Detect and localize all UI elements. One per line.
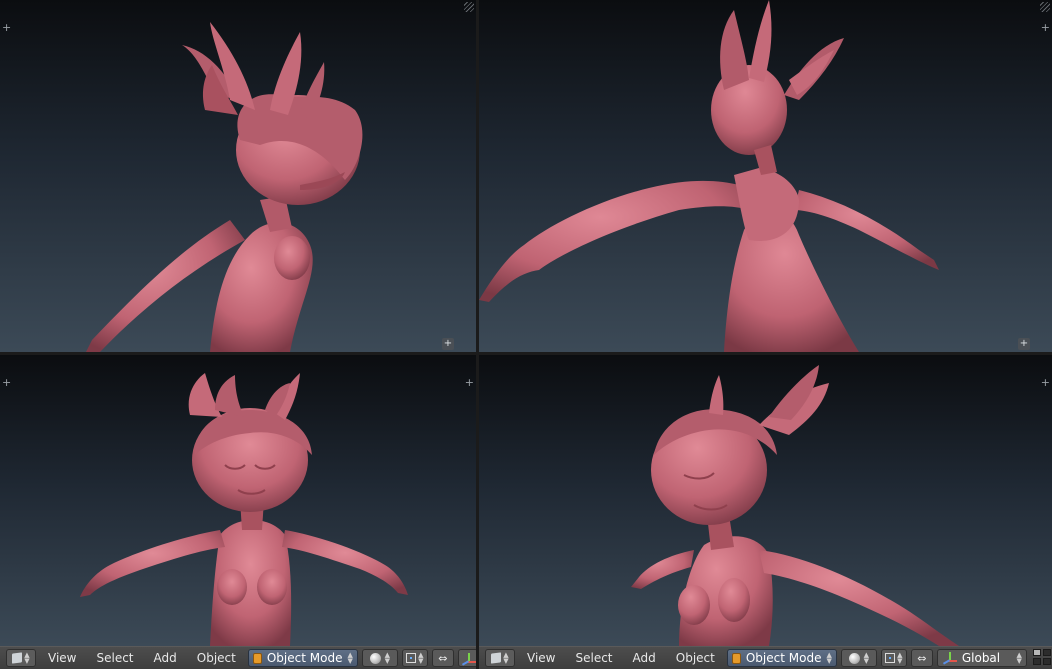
character-model-3-4-view xyxy=(86,22,363,352)
area-split-plus-icon[interactable]: + xyxy=(465,377,474,388)
view3d-header-right: ▲ ▼ View Select Add Object Object Mode ▲ ▼… xyxy=(479,646,1052,669)
pivot-point-select[interactable]: ▲ ▼ xyxy=(880,649,907,667)
dropdown-arrows-icon: ▲ ▼ xyxy=(384,651,391,665)
object-cube-icon xyxy=(731,652,741,664)
dropdown-arrows-icon: ▲ ▼ xyxy=(897,651,903,665)
object-cube-icon xyxy=(252,652,262,664)
viewport-top-right[interactable]: + + xyxy=(479,0,1052,352)
menu-add[interactable]: Add xyxy=(625,651,664,665)
area-split-plus-icon[interactable]: + xyxy=(2,22,11,33)
pivot-point-icon xyxy=(406,653,417,663)
interaction-mode-label: Object Mode xyxy=(266,651,343,665)
menu-view[interactable]: View xyxy=(519,651,563,665)
menu-object[interactable]: Object xyxy=(668,651,723,665)
dropdown-arrows-icon: ▲ ▼ xyxy=(1016,651,1022,665)
dropdown-arrows-icon: ▲ ▼ xyxy=(863,651,870,665)
dropdown-arrows-icon: ▲ ▼ xyxy=(826,651,832,665)
viewport-shading-select[interactable]: ▲ ▼ xyxy=(840,649,877,667)
viewport-bottom-left[interactable]: + + xyxy=(0,355,476,646)
view3d-editor-icon xyxy=(491,652,502,664)
area-split-corner-icon[interactable] xyxy=(1040,2,1050,12)
manipulator-toggle[interactable]: ⇔ xyxy=(910,649,933,667)
interaction-mode-select[interactable]: Object Mode ▲ ▼ xyxy=(247,649,358,667)
manipulator-toggle[interactable]: ⇔ xyxy=(431,649,454,667)
area-split-plus-icon[interactable]: + xyxy=(1041,377,1050,388)
solid-shading-icon xyxy=(848,652,860,664)
manipulator-icon: ⇔ xyxy=(438,651,448,665)
character-model-perspective-view xyxy=(631,365,959,646)
transform-orientation-icon-button[interactable] xyxy=(457,649,476,667)
area-split-plus-icon[interactable]: + xyxy=(1041,22,1050,33)
character-model-back-view xyxy=(479,0,939,352)
dropdown-arrows-icon: ▲ ▼ xyxy=(347,651,353,665)
pivot-point-icon xyxy=(885,653,896,663)
character-model-front-view xyxy=(80,373,408,646)
menu-select[interactable]: Select xyxy=(567,651,620,665)
dropdown-arrows-icon: ▲ ▼ xyxy=(418,651,424,665)
transform-axis-icon xyxy=(942,651,958,665)
toolshelf-toggle-icon[interactable]: + xyxy=(442,338,454,350)
menu-view[interactable]: View xyxy=(40,651,84,665)
menu-object[interactable]: Object xyxy=(189,651,244,665)
view3d-editor-icon xyxy=(12,652,23,664)
interaction-mode-select[interactable]: Object Mode ▲ ▼ xyxy=(726,649,837,667)
layers-grid-icon[interactable] xyxy=(1032,649,1052,667)
editor-type-selector[interactable]: ▲ ▼ xyxy=(485,649,515,667)
dropdown-arrows-icon: ▲ ▼ xyxy=(24,651,30,665)
area-split-plus-icon[interactable]: + xyxy=(2,377,11,388)
menu-add[interactable]: Add xyxy=(146,651,185,665)
viewport-bottom-right[interactable]: + xyxy=(479,355,1052,646)
viewport-shading-select[interactable]: ▲ ▼ xyxy=(361,649,398,667)
pivot-point-select[interactable]: ▲ ▼ xyxy=(401,649,428,667)
area-divider-vertical[interactable] xyxy=(476,0,479,669)
dropdown-arrows-icon: ▲ ▼ xyxy=(503,651,509,665)
solid-shading-icon xyxy=(369,652,381,664)
viewport-top-left[interactable]: + + xyxy=(0,0,476,352)
editor-type-selector[interactable]: ▲ ▼ xyxy=(6,649,36,667)
area-split-corner-icon[interactable] xyxy=(464,2,474,12)
area-divider-horizontal[interactable] xyxy=(0,352,1052,355)
toolshelf-toggle-icon[interactable]: + xyxy=(1018,338,1030,350)
interaction-mode-label: Object Mode xyxy=(745,651,822,665)
manipulator-icon: ⇔ xyxy=(917,651,927,665)
transform-orientation-select[interactable]: Global ▲ ▼ xyxy=(936,649,1027,667)
menu-select[interactable]: Select xyxy=(88,651,141,665)
transform-orientation-label: Global xyxy=(961,651,1001,665)
view3d-header-left: ▲ ▼ View Select Add Object Object Mode ▲ ▼… xyxy=(0,646,476,669)
